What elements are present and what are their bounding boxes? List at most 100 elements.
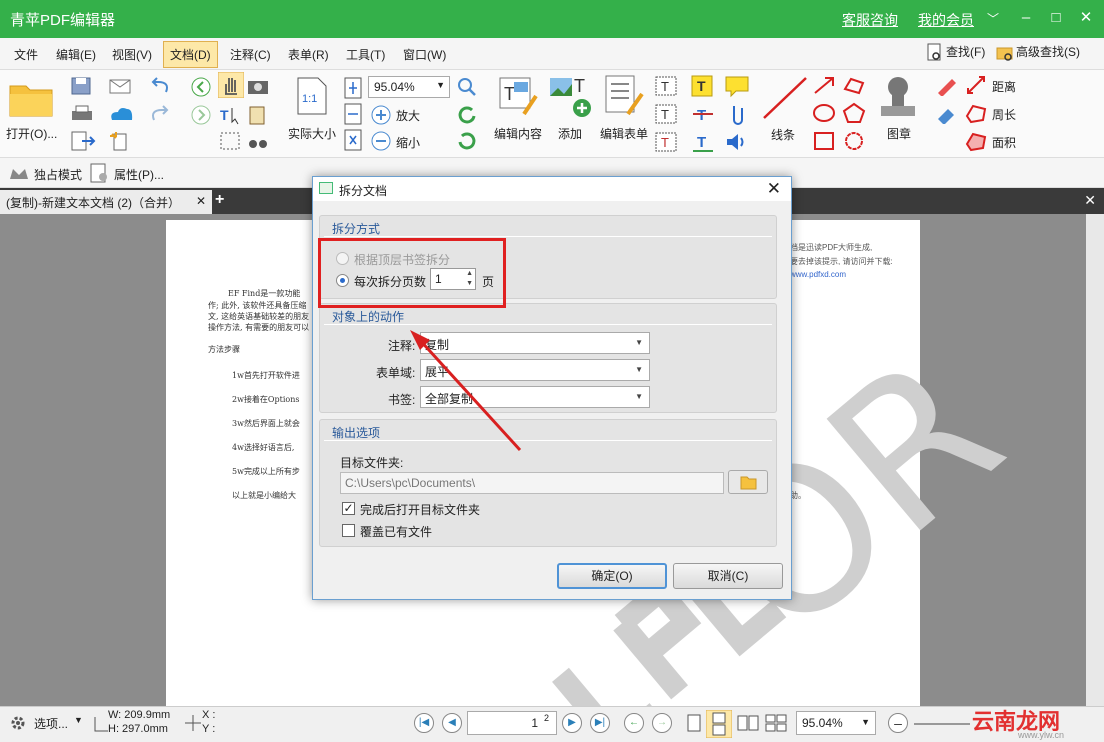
perimeter-label[interactable]: 周长 <box>992 106 1016 123</box>
print-icon[interactable] <box>70 104 94 124</box>
zoom-out-label[interactable]: 缩小 <box>396 134 420 151</box>
member-link[interactable]: 我的会员 <box>918 10 974 30</box>
chevron-down-icon[interactable]: ﹀ <box>987 10 999 27</box>
facing-page-icon[interactable] <box>736 713 760 735</box>
ellipse-icon[interactable] <box>812 102 838 124</box>
zoom-slider[interactable] <box>914 723 970 725</box>
ok-button[interactable]: 确定(O) <box>557 563 667 589</box>
status-zoom-select[interactable]: 95.04% ▼ <box>796 711 876 735</box>
fit-page-icon[interactable] <box>342 76 364 100</box>
advanced-find-button[interactable]: 高级查找(S) <box>996 43 1080 63</box>
edit-form-icon[interactable] <box>602 74 646 120</box>
doc-notice-link[interactable]: www.pdfxd.com <box>790 270 846 279</box>
underline-icon[interactable]: T <box>690 130 716 154</box>
menu-comment[interactable]: 注释(C) <box>230 46 271 63</box>
menu-window[interactable]: 窗口(W) <box>403 46 446 63</box>
bookmark-select[interactable]: 全部复制 ▼ <box>420 386 650 408</box>
add-icon[interactable]: T <box>548 74 596 120</box>
continuous-facing-icon[interactable] <box>764 713 792 735</box>
line-label[interactable]: 线条 <box>771 126 795 143</box>
polygon-icon[interactable] <box>842 102 868 124</box>
polyline-icon[interactable] <box>842 74 868 96</box>
open-folder-icon[interactable] <box>8 76 56 120</box>
attachment-icon[interactable] <box>724 102 750 126</box>
forward-icon[interactable] <box>190 104 212 126</box>
form-select[interactable]: 展平 ▼ <box>420 359 650 381</box>
cloud-icon[interactable] <box>108 104 138 124</box>
stamp-label[interactable]: 图章 <box>887 125 911 142</box>
email-icon[interactable] <box>108 76 138 96</box>
minimize-icon[interactable]: – <box>1016 8 1036 28</box>
close-tab-icon[interactable]: ✕ <box>196 194 206 208</box>
perimeter-icon[interactable] <box>964 102 990 124</box>
actual-size-label[interactable]: 实际大小 <box>288 125 336 142</box>
cloud-shape-icon[interactable] <box>842 130 868 152</box>
zoom-out-icon[interactable]: – <box>888 713 908 733</box>
highlight-text-icon[interactable]: T <box>690 74 716 98</box>
eraser-icon[interactable] <box>934 102 960 124</box>
vertical-scrollbar[interactable] <box>1086 214 1104 706</box>
maximize-icon[interactable]: □ <box>1046 8 1066 28</box>
actual-size-icon[interactable]: 1:1 <box>296 76 328 116</box>
add-label[interactable]: 添加 <box>558 125 582 142</box>
cancel-button[interactable]: 取消(C) <box>673 563 783 589</box>
service-link[interactable]: 客服咨询 <box>842 10 898 30</box>
chevron-down-icon[interactable]: ▼ <box>74 715 83 725</box>
callout-icon[interactable]: T <box>654 130 680 154</box>
text-field-icon[interactable]: T <box>654 102 680 126</box>
magnifier-icon[interactable] <box>456 76 480 98</box>
prev-page-icon[interactable]: ◀ <box>442 713 462 733</box>
distance-icon[interactable] <box>964 74 990 96</box>
new-icon[interactable] <box>108 130 138 152</box>
menu-document[interactable]: 文档(D) <box>163 41 218 68</box>
distance-label[interactable]: 距离 <box>992 78 1016 95</box>
redo-icon[interactable] <box>148 104 178 124</box>
zoom-in-icon[interactable] <box>370 104 392 126</box>
select-text-icon[interactable]: T <box>218 104 244 126</box>
options-button[interactable]: 选项... <box>34 715 68 732</box>
document-tab[interactable]: (复制)-新建文本文档 (2)（合并） ✕ <box>0 190 212 214</box>
open-label[interactable]: 打开(O)... <box>6 125 57 142</box>
save-icon[interactable] <box>70 76 94 96</box>
rectangle-icon[interactable] <box>812 130 838 152</box>
menu-tools[interactable]: 工具(T) <box>346 46 385 63</box>
fit-width-icon[interactable] <box>342 102 364 126</box>
text-box-icon[interactable]: T <box>654 74 680 98</box>
menu-form[interactable]: 表单(R) <box>288 46 329 63</box>
next-page-icon[interactable]: ▶ <box>562 713 582 733</box>
stamp-icon[interactable] <box>876 74 920 122</box>
hand-tool-icon[interactable] <box>218 72 244 98</box>
area-icon[interactable] <box>964 130 990 152</box>
undo-icon[interactable] <box>148 76 178 96</box>
annot-select[interactable]: 复制 ▼ <box>420 332 650 354</box>
rotate-cw-icon[interactable] <box>456 130 478 152</box>
snapshot-icon[interactable] <box>218 130 244 152</box>
browse-folder-button[interactable] <box>728 470 768 494</box>
open-after-checkbox[interactable]: ✓ <box>342 502 355 515</box>
camera-icon[interactable] <box>246 76 272 96</box>
note-icon[interactable] <box>724 74 750 98</box>
fit-visible-icon[interactable] <box>342 128 364 152</box>
find-button[interactable]: 查找(F) <box>926 43 985 63</box>
menu-file[interactable]: 文件 <box>14 46 38 63</box>
rotate-ccw-icon[interactable] <box>456 104 478 126</box>
close-icon[interactable]: ✕ <box>767 179 781 199</box>
sound-icon[interactable] <box>724 130 750 154</box>
history-back-icon[interactable]: ← <box>624 713 644 733</box>
back-icon[interactable] <box>190 76 212 98</box>
edit-form-label[interactable]: 编辑表单 <box>600 125 648 142</box>
properties-button[interactable]: 属性(P)... <box>114 166 164 183</box>
area-label[interactable]: 面积 <box>992 134 1016 151</box>
gear-icon[interactable] <box>8 713 28 733</box>
export-icon[interactable] <box>70 130 100 152</box>
clipboard-icon[interactable] <box>246 104 272 126</box>
edit-content-label[interactable]: 编辑内容 <box>494 125 542 142</box>
target-folder-input[interactable]: C:\Users\pc\Documents\ <box>340 472 724 494</box>
line-icon[interactable] <box>760 74 810 124</box>
close-all-icon[interactable]: ✕ <box>1084 192 1096 209</box>
close-icon[interactable]: ✕ <box>1076 8 1096 28</box>
single-page-icon[interactable] <box>684 713 704 735</box>
history-forward-icon[interactable]: → <box>652 713 672 733</box>
arrow-shape-icon[interactable] <box>812 74 838 96</box>
continuous-page-icon[interactable] <box>706 710 732 738</box>
